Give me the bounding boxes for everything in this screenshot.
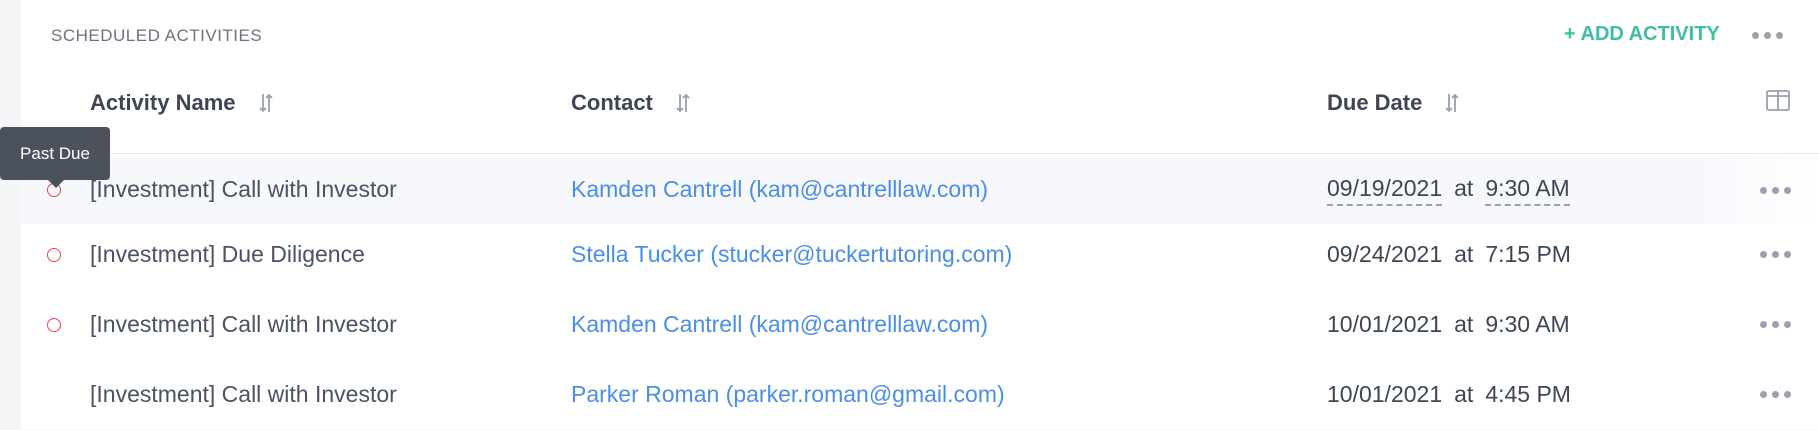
due-date-at: at bbox=[1454, 381, 1474, 407]
table-row[interactable]: [Investment] Call with Investor Parker R… bbox=[21, 362, 1819, 430]
section-title: SCHEDULED ACTIVITIES bbox=[51, 26, 263, 45]
due-date-value[interactable]: 10/01/2021 bbox=[1327, 381, 1442, 408]
column-header-contact[interactable]: Contact bbox=[571, 90, 691, 116]
contact-link[interactable]: Kamden Cantrell (kam@cantrelllaw.com) bbox=[571, 176, 988, 203]
add-activity-button[interactable]: + ADD ACTIVITY bbox=[1564, 23, 1720, 46]
due-date-at: at bbox=[1454, 241, 1474, 267]
past-due-indicator-icon[interactable] bbox=[47, 248, 61, 262]
due-date-value[interactable]: 10/01/2021 bbox=[1327, 311, 1442, 338]
row-more-icon[interactable] bbox=[1760, 384, 1791, 404]
column-header-due-date[interactable]: Due Date bbox=[1327, 90, 1460, 116]
row-more-icon[interactable] bbox=[1760, 314, 1791, 334]
due-date: 10/01/2021 at 4:45 PM bbox=[1327, 381, 1571, 408]
more-options-icon[interactable] bbox=[1752, 25, 1783, 45]
due-time-value[interactable]: 4:45 PM bbox=[1485, 381, 1571, 408]
columns-icon[interactable] bbox=[1766, 90, 1790, 112]
activity-name[interactable]: [Investment] Due Diligence bbox=[90, 241, 365, 268]
due-time-value[interactable]: 9:30 AM bbox=[1485, 175, 1570, 206]
contact-link[interactable]: Kamden Cantrell (kam@cantrelllaw.com) bbox=[571, 311, 988, 338]
table-header: Activity Name Contact Due Date bbox=[21, 80, 1819, 154]
column-label: Activity Name bbox=[90, 90, 236, 115]
row-more-icon[interactable] bbox=[1760, 244, 1791, 264]
contact-link[interactable]: Parker Roman (parker.roman@gmail.com) bbox=[571, 381, 1005, 408]
due-time-value[interactable]: 7:15 PM bbox=[1485, 241, 1571, 268]
column-label: Contact bbox=[571, 90, 653, 115]
column-header-activity-name[interactable]: Activity Name bbox=[90, 90, 274, 116]
table-row[interactable]: [Investment] Due Diligence Stella Tucker… bbox=[21, 222, 1819, 290]
activity-name[interactable]: [Investment] Call with Investor bbox=[90, 176, 397, 203]
due-date: 09/19/2021 at 9:30 AM bbox=[1327, 175, 1570, 206]
activity-name[interactable]: [Investment] Call with Investor bbox=[90, 381, 397, 408]
sort-arrows-icon[interactable] bbox=[675, 91, 691, 115]
column-label: Due Date bbox=[1327, 90, 1423, 115]
activity-name[interactable]: [Investment] Call with Investor bbox=[90, 311, 397, 338]
sort-arrows-icon[interactable] bbox=[1444, 91, 1460, 115]
due-time-value[interactable]: 9:30 AM bbox=[1485, 311, 1569, 338]
table-row[interactable]: [Investment] Call with Investor Kamden C… bbox=[21, 292, 1819, 360]
due-date-at: at bbox=[1454, 311, 1474, 337]
due-date-value[interactable]: 09/19/2021 bbox=[1327, 175, 1443, 206]
past-due-tooltip: Past Due bbox=[0, 127, 110, 188]
due-date-value[interactable]: 09/24/2021 bbox=[1327, 241, 1442, 268]
sort-arrows-icon[interactable] bbox=[258, 91, 274, 115]
contact-link[interactable]: Stella Tucker (stucker@tuckertutoring.co… bbox=[571, 241, 1012, 268]
due-date: 09/24/2021 at 7:15 PM bbox=[1327, 241, 1571, 268]
row-more-icon[interactable] bbox=[1760, 180, 1791, 200]
due-date: 10/01/2021 at 9:30 AM bbox=[1327, 311, 1570, 338]
past-due-indicator-icon[interactable] bbox=[47, 318, 61, 332]
table-row[interactable]: [Investment] Call with Investor Kamden C… bbox=[21, 156, 1819, 224]
due-date-at: at bbox=[1454, 175, 1474, 201]
